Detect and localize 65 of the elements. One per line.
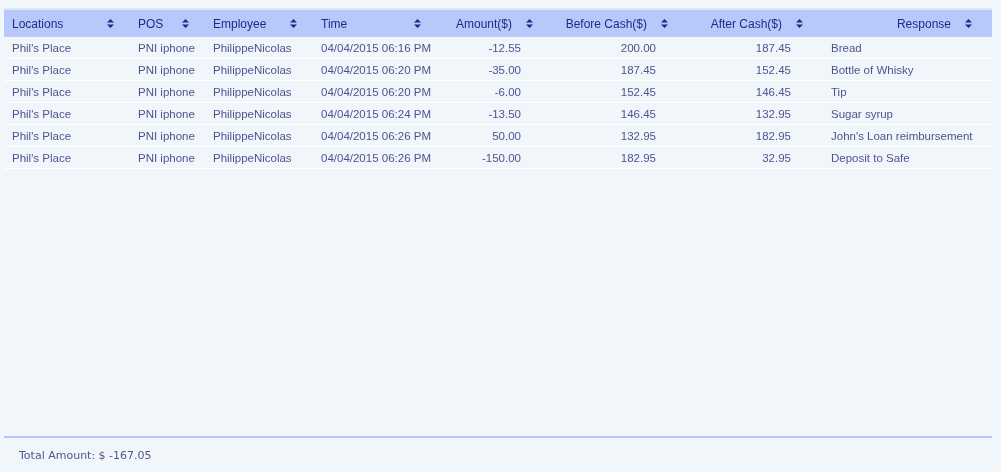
sort-icon <box>414 19 421 28</box>
sort-icon <box>965 19 972 28</box>
table-cell-text: Phil's Place <box>11 85 73 98</box>
table-cell-text: John's Loan reimbursement <box>830 129 974 142</box>
table-cell-text: 152.45 <box>619 85 657 98</box>
column-header[interactable]: Locations <box>4 10 130 37</box>
table-cell-text: 132.95 <box>619 129 657 142</box>
table-cell-text: PhilippeNicolas <box>212 151 293 164</box>
table-cell-text: Phil's Place <box>11 63 73 76</box>
table-cell-text: -35.00 <box>487 63 522 76</box>
table-cell-text: 146.45 <box>754 85 792 98</box>
column-header[interactable]: Response <box>823 10 992 37</box>
sort-icon <box>526 19 533 28</box>
table-cell-text: 04/04/2015 06:26 PM <box>320 129 432 142</box>
table-cell-text: Phil's Place <box>11 107 73 120</box>
table-cell-text: -12.55 <box>487 41 522 54</box>
table-cell-text: 132.95 <box>754 107 792 120</box>
table-cell-text: 04/04/2015 06:20 PM <box>320 85 432 98</box>
table-cell-text: Bottle of Whisky <box>830 63 915 76</box>
table-cell-text: PhilippeNicolas <box>212 63 293 76</box>
table-cell-text: -6.00 <box>493 85 522 98</box>
table-cell-text: PNI iphone <box>137 129 196 142</box>
table-cell-text: -13.50 <box>487 107 522 120</box>
table-cell-text: PNI iphone <box>137 41 196 54</box>
table-cell-text: 04/04/2015 06:16 PM <box>320 41 432 54</box>
table-cell-text: 50.00 <box>491 129 522 142</box>
table-cell-text: PNI iphone <box>137 107 196 120</box>
column-header[interactable]: After Cash($) <box>688 10 823 37</box>
table-cell-text: 187.45 <box>754 41 792 54</box>
sort-icon <box>182 19 189 28</box>
table-cell-text: 182.95 <box>619 151 657 164</box>
table-cell-text: PhilippeNicolas <box>212 85 293 98</box>
table-cell-text: PhilippeNicolas <box>212 41 293 54</box>
sort-icon <box>107 19 114 28</box>
column-header[interactable]: Time <box>313 10 437 37</box>
table-cell-text: PNI iphone <box>137 85 196 98</box>
sort-icon <box>661 19 668 28</box>
column-header[interactable]: POS <box>130 10 205 37</box>
sort-icon <box>290 19 297 28</box>
column-header[interactable]: Employee <box>205 10 313 37</box>
table-cell-text: PhilippeNicolas <box>212 129 293 142</box>
table-cell-text: 04/04/2015 06:24 PM <box>320 107 432 120</box>
table-cell-text: 32.95 <box>761 151 792 164</box>
column-header[interactable]: Before Cash($) <box>553 10 688 37</box>
table-cell-text: 04/04/2015 06:20 PM <box>320 63 432 76</box>
table-cell-text: 04/04/2015 06:26 PM <box>320 151 432 164</box>
sort-icon <box>796 19 803 28</box>
table-cell-text: Sugar syrup <box>830 107 894 120</box>
table-cell-text: PNI iphone <box>137 151 196 164</box>
table-cell-text: Phil's Place <box>11 129 73 142</box>
table-cell-text: PhilippeNicolas <box>212 107 293 120</box>
table-cell-text: 200.00 <box>619 41 657 54</box>
table-cell-text: Tip <box>830 85 848 98</box>
total-amount: Total Amount: $ -167.05 <box>19 448 152 462</box>
table-cell-text: Bread <box>830 41 863 54</box>
table-cell-text: Phil's Place <box>11 41 73 54</box>
table-cell-text: 146.45 <box>619 107 657 120</box>
table-cell-text: PNI iphone <box>137 63 196 76</box>
table-cell-text: Deposit to Safe <box>830 151 911 164</box>
table-cell-text: Phil's Place <box>11 151 73 164</box>
column-header[interactable]: Amount($) <box>437 10 553 37</box>
table-cell-text: -150.00 <box>481 151 522 164</box>
table-cell-text: 187.45 <box>619 63 657 76</box>
table-cell-text: 182.95 <box>754 129 792 142</box>
table-cell-text: 152.45 <box>754 63 792 76</box>
